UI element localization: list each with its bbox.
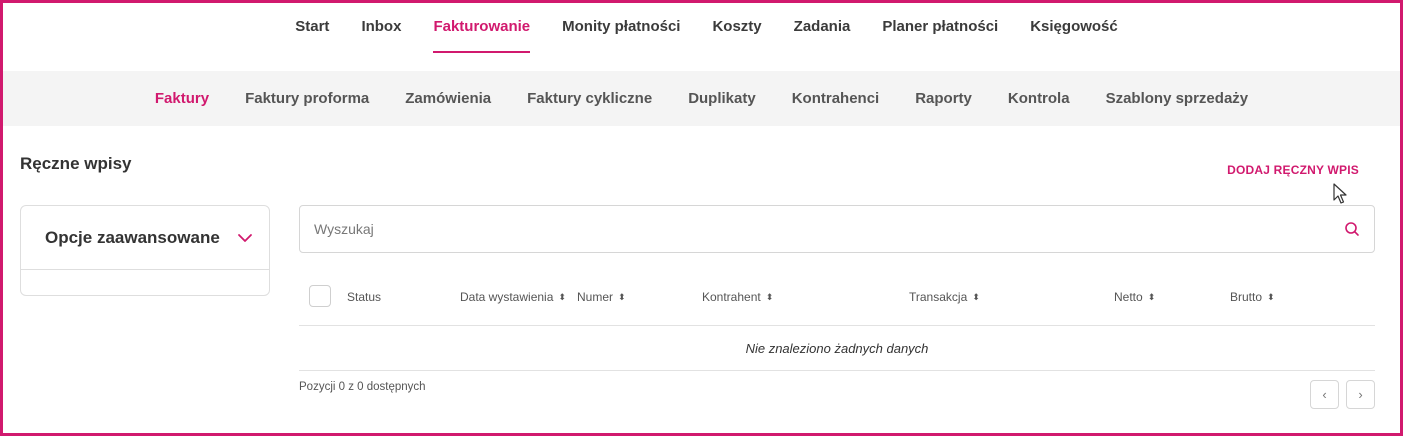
top-nav-item-start[interactable]: Start [295, 18, 329, 54]
column-header-contractor[interactable]: Kontrahent ⬍ [702, 290, 773, 304]
column-label-contractor: Kontrahent [702, 290, 761, 304]
column-header-date[interactable]: Data wystawienia ⬍ [460, 290, 566, 304]
pagination-next-button[interactable]: › [1346, 380, 1375, 409]
top-nav-item-fakturowanie[interactable]: Fakturowanie [433, 18, 530, 54]
page-title: Ręczne wpisy [20, 154, 132, 173]
column-header-gross[interactable]: Brutto ⬍ [1230, 290, 1275, 304]
top-nav-item-monity-platnosci[interactable]: Monity płatności [562, 18, 680, 54]
column-label-number: Numer [577, 290, 614, 304]
column-header-transaction[interactable]: Transakcja ⬍ [909, 290, 980, 304]
advanced-options-panel: Opcje zaawansowane [20, 205, 270, 296]
top-nav: Start Inbox Fakturowanie Monity płatnośc… [0, 0, 1403, 70]
column-header-number[interactable]: Numer ⬍ [577, 290, 626, 304]
top-nav-item-planer-platnosci[interactable]: Planer płatności [882, 18, 998, 54]
sub-nav-item-faktury-cykliczne[interactable]: Faktury cykliczne [527, 90, 652, 107]
top-nav-item-zadania[interactable]: Zadania [794, 18, 851, 54]
mouse-cursor-icon [1333, 183, 1347, 204]
add-manual-entry-button[interactable]: DODAJ RĘCZNY WPIS [1227, 163, 1359, 177]
sort-icon[interactable]: ⬍ [972, 292, 980, 302]
sort-icon[interactable]: ⬍ [766, 292, 774, 302]
sub-nav: Faktury Faktury proforma Zamówienia Fakt… [3, 71, 1400, 126]
top-nav-item-ksiegowosc[interactable]: Księgowość [1030, 18, 1118, 54]
select-all-checkbox[interactable] [309, 285, 331, 307]
sub-nav-item-raporty[interactable]: Raporty [915, 90, 972, 107]
sub-nav-item-faktury-proforma[interactable]: Faktury proforma [245, 90, 369, 107]
column-label-status: Status [347, 290, 382, 304]
column-header-status: Status [347, 290, 381, 304]
advanced-options-toggle[interactable]: Opcje zaawansowane [21, 206, 269, 270]
search-input[interactable] [314, 221, 1344, 237]
advanced-options-title: Opcje zaawansowane [45, 227, 220, 247]
sub-nav-item-szablony-sprzedazy[interactable]: Szablony sprzedaży [1106, 90, 1249, 107]
sort-icon[interactable]: ⬍ [558, 292, 566, 302]
sort-icon[interactable]: ⬍ [618, 292, 626, 302]
search-icon[interactable] [1344, 221, 1360, 237]
column-header-net[interactable]: Netto ⬍ [1114, 290, 1155, 304]
sort-icon[interactable]: ⬍ [1267, 292, 1275, 302]
table-header: Status Data wystawienia ⬍ Numer ⬍ Kontra… [299, 270, 1375, 326]
column-label-gross: Brutto [1230, 290, 1263, 304]
sub-nav-item-zamowienia[interactable]: Zamówienia [405, 90, 491, 107]
table-empty-message: Nie znaleziono żadnych danych [299, 327, 1375, 371]
sort-icon[interactable]: ⬍ [1148, 292, 1156, 302]
top-nav-item-inbox[interactable]: Inbox [361, 18, 401, 54]
column-label-net: Netto [1114, 290, 1143, 304]
sub-nav-item-kontrola[interactable]: Kontrola [1008, 90, 1070, 107]
pagination-info: Pozycji 0 z 0 dostępnych [299, 381, 426, 393]
top-nav-item-koszty[interactable]: Koszty [712, 18, 761, 54]
chevron-down-icon[interactable] [237, 233, 253, 243]
sub-nav-item-faktury[interactable]: Faktury [155, 90, 209, 107]
search-box [299, 205, 1375, 253]
sub-nav-item-kontrahenci[interactable]: Kontrahenci [792, 90, 880, 107]
column-label-date: Data wystawienia [460, 290, 554, 304]
sub-nav-item-duplikaty[interactable]: Duplikaty [688, 90, 756, 107]
column-label-transaction: Transakcja [909, 290, 968, 304]
pagination-prev-button[interactable]: ‹ [1310, 380, 1339, 409]
